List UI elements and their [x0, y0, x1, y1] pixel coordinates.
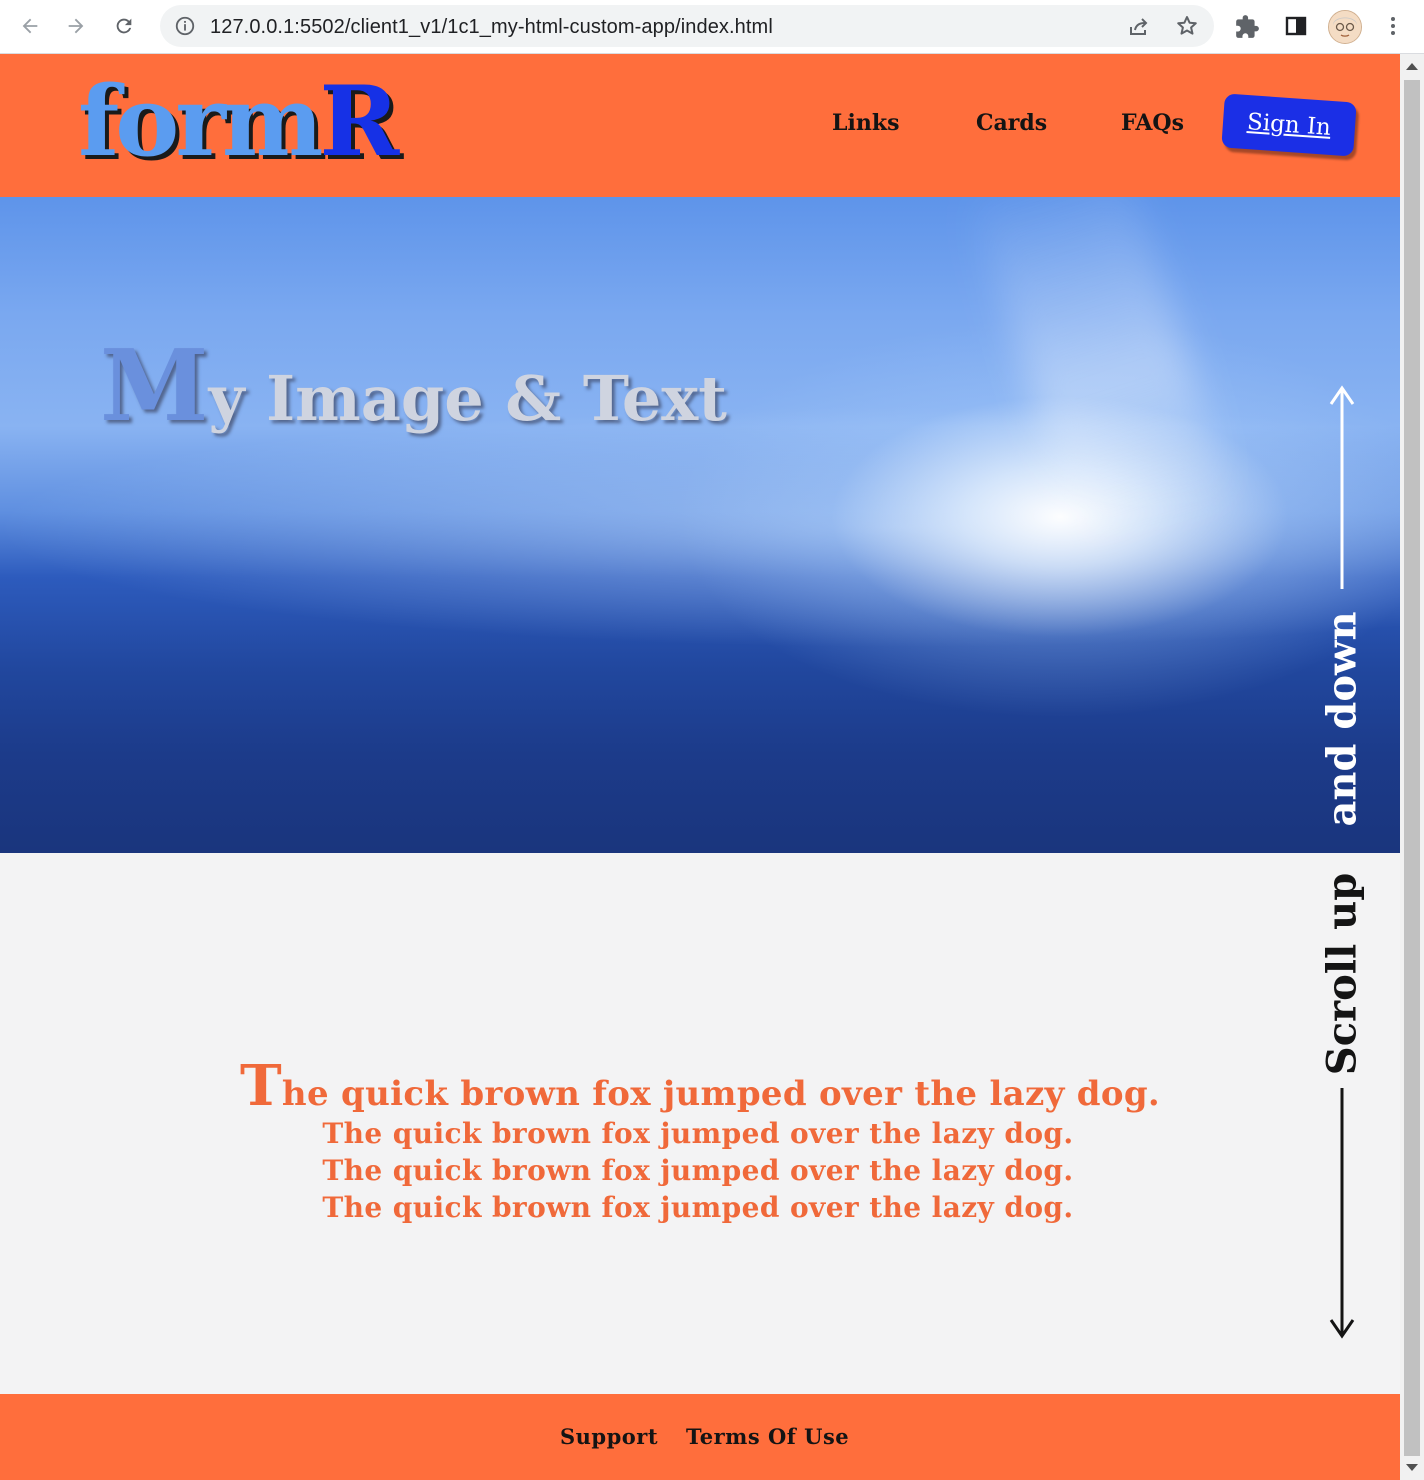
scroll-hint-text-black: Scroll up: [1318, 872, 1366, 1076]
url-text[interactable]: 127.0.0.1:5502/client1_v1/1c1_my-html-cu…: [210, 16, 773, 39]
vertical-scrollbar[interactable]: [1400, 54, 1424, 1480]
scrollbar-thumb[interactable]: [1404, 80, 1420, 1456]
side-panel-icon[interactable]: [1284, 14, 1308, 38]
hero-banner: My Image & Text: [0, 197, 1400, 853]
profile-avatar[interactable]: [1328, 10, 1362, 44]
scroll-hint: and down Scroll up: [1318, 384, 1366, 1344]
more-menu-icon[interactable]: [1381, 14, 1405, 38]
extensions-puzzle-icon[interactable]: [1234, 14, 1260, 40]
headline-initial: T: [239, 1053, 282, 1119]
arrow-left-icon: [22, 18, 38, 34]
nav-link-faqs[interactable]: FAQs: [1121, 110, 1184, 136]
bookmark-star-icon[interactable]: [1175, 14, 1199, 38]
hero-title: My Image & Text: [100, 329, 727, 444]
scroll-up-arrow-icon: [1329, 385, 1355, 589]
sign-in-button[interactable]: Sign In: [1221, 93, 1357, 157]
browser-toolbar: 127.0.0.1:5502/client1_v1/1c1_my-html-cu…: [0, 0, 1424, 54]
scroll-up-button[interactable]: [1406, 63, 1418, 70]
forward-button[interactable]: [60, 10, 92, 42]
page-viewport: formR Links Cards FAQs Sign In My Image …: [0, 54, 1400, 1480]
address-bar[interactable]: 127.0.0.1:5502/client1_v1/1c1_my-html-cu…: [160, 5, 1214, 47]
back-button[interactable]: [14, 10, 46, 42]
main-nav: Links Cards FAQs: [0, 110, 1400, 140]
hero-title-rest: y Image & Text: [208, 362, 727, 435]
reload-button[interactable]: [108, 10, 140, 42]
text-section: The quick brown fox jumped over the lazy…: [0, 853, 1300, 1394]
arrow-right-icon: [68, 18, 84, 34]
headline-rest: he quick brown fox jumped over the lazy …: [281, 1074, 1161, 1114]
body-line-2: The quick brown fox jumped over the lazy…: [322, 1154, 1074, 1187]
hero-title-initial: M: [100, 329, 209, 444]
headline-text: The quick brown fox jumped over the lazy…: [0, 1053, 1400, 1119]
scroll-down-button[interactable]: [1406, 1464, 1418, 1471]
share-icon[interactable]: [1127, 15, 1151, 39]
nav-link-cards[interactable]: Cards: [976, 110, 1047, 136]
scroll-down-arrow-icon: [1329, 1088, 1355, 1339]
nav-link-links[interactable]: Links: [832, 110, 899, 136]
body-line-3: The quick brown fox jumped over the lazy…: [322, 1191, 1074, 1224]
footer-link-support[interactable]: Support: [560, 1424, 658, 1449]
site-footer: Support Terms Of Use: [0, 1394, 1400, 1480]
info-icon[interactable]: [174, 15, 196, 37]
site-header: formR Links Cards FAQs Sign In: [0, 54, 1400, 197]
reload-icon: [116, 18, 132, 34]
body-line-1: The quick brown fox jumped over the lazy…: [322, 1117, 1074, 1150]
footer-link-terms[interactable]: Terms Of Use: [686, 1424, 849, 1449]
profile-face-icon: [1329, 11, 1361, 43]
sun-ray-decoration: [965, 197, 1235, 553]
scroll-hint-text-white: and down: [1318, 611, 1366, 827]
